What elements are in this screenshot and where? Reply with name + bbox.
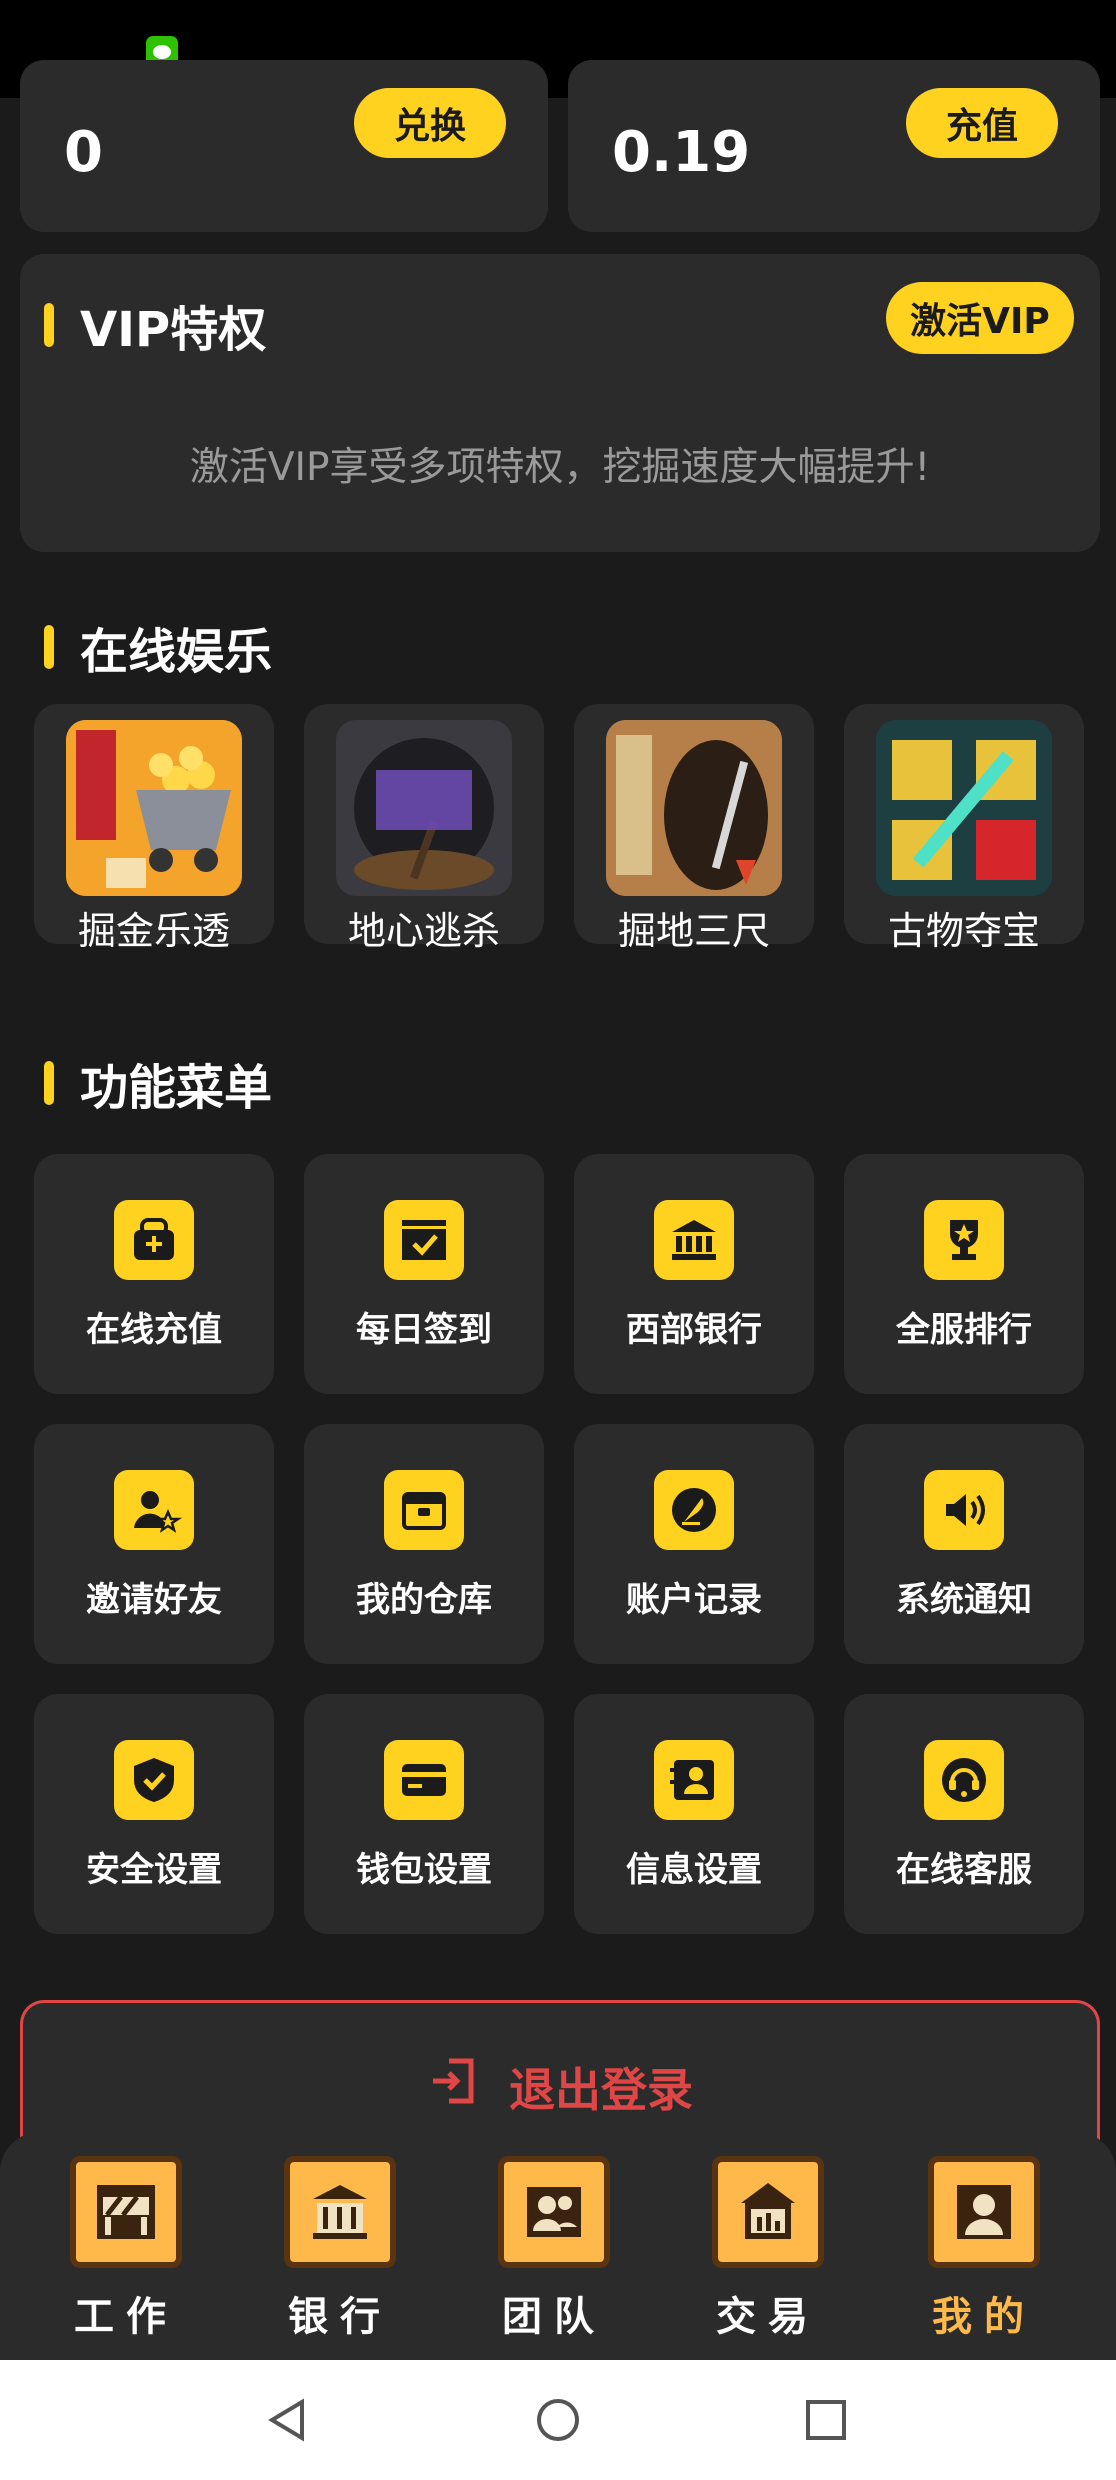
tab-profile[interactable]: 我的 [904, 2156, 1064, 2346]
menu-recharge[interactable]: 在线充值 [34, 1154, 274, 1394]
tab-trade[interactable]: 交易 [688, 2156, 848, 2346]
headset-icon [924, 1740, 1004, 1820]
money-balance: 0.19 [612, 120, 751, 185]
menu-label: 每日签到 [356, 1310, 492, 1350]
game-label: 掘金乐透 [77, 909, 230, 953]
vip-description: 激活VIP享受多项特权，挖掘速度大幅提升! [189, 445, 931, 490]
shield-check-icon [114, 1740, 194, 1820]
menu-records[interactable]: 账户记录 [574, 1424, 814, 1664]
menu-notice[interactable]: 系统通知 [844, 1424, 1084, 1664]
game-label: 掘地三尺 [617, 909, 770, 953]
shovel-cave-icon [336, 720, 512, 896]
menu-wallet[interactable]: 钱包设置 [304, 1694, 544, 1934]
system-navigation-bar [0, 2360, 1116, 2480]
profile-pixel-icon [928, 2156, 1040, 2268]
menu-label: 我的仓库 [356, 1580, 492, 1620]
bank-pixel-icon [284, 2156, 396, 2268]
game-tile-lotto[interactable]: 掘金乐透 [34, 704, 274, 953]
menu-label: 信息设置 [626, 1850, 762, 1890]
recharge-button[interactable]: 充值 [906, 88, 1058, 158]
wallet-plus-icon [114, 1200, 194, 1280]
vip-title: VIP特权 [44, 290, 266, 360]
menu-support[interactable]: 在线客服 [844, 1694, 1084, 1934]
game-tile-treasure[interactable]: 古物夺宝 [844, 704, 1084, 953]
calendar-check-icon [384, 1200, 464, 1280]
pickaxe-tunnel-icon [606, 720, 782, 896]
tab-bank[interactable]: 银行 [260, 2156, 420, 2346]
menu-security[interactable]: 安全设置 [34, 1694, 274, 1934]
card-icon [384, 1740, 464, 1820]
menu-label: 西部银行 [626, 1310, 762, 1350]
menu-label: 钱包设置 [356, 1850, 492, 1890]
bottom-tab-bar: 工作 银行 团队 交易 我的 [0, 2132, 1116, 2360]
bank-icon [654, 1200, 734, 1280]
menu-ranking[interactable]: 全服排行 [844, 1154, 1084, 1394]
menu-info[interactable]: 信息设置 [574, 1694, 814, 1934]
ancient-sword-icon [876, 720, 1052, 896]
work-barrier-icon [70, 2156, 182, 2268]
tab-label: 银行 [288, 2294, 392, 2340]
menu-checkin[interactable]: 每日签到 [304, 1154, 544, 1394]
section-accent-bar [44, 303, 54, 347]
menu-label: 邀请好友 [86, 1580, 222, 1620]
logout-icon [427, 2055, 479, 2118]
recents-icon[interactable] [802, 2396, 850, 2444]
tab-work[interactable]: 工作 [46, 2156, 206, 2346]
game-label: 地心逃杀 [347, 909, 500, 953]
menu-label: 在线充值 [86, 1310, 222, 1350]
exchange-button[interactable]: 兑换 [354, 88, 506, 158]
menu-bank[interactable]: 西部银行 [574, 1154, 814, 1394]
vip-card: VIP特权 激活VIP 激活VIP享受多项特权，挖掘速度大幅提升! [20, 254, 1100, 552]
section-accent-bar [44, 625, 54, 669]
menu-invite[interactable]: 邀请好友 [34, 1424, 274, 1664]
menu-label: 系统通知 [896, 1580, 1032, 1620]
balance-card-money: 0.19 充值 [568, 60, 1100, 232]
team-pixel-icon [498, 2156, 610, 2268]
game-tile-escape[interactable]: 地心逃杀 [304, 704, 544, 953]
trade-pixel-icon [712, 2156, 824, 2268]
menu-label: 安全设置 [86, 1850, 222, 1890]
balance-card-points: 0 兑换 [20, 60, 548, 232]
entertainment-section-title: 在线娱乐 [44, 612, 272, 682]
back-icon[interactable] [264, 2396, 312, 2444]
id-card-icon [654, 1740, 734, 1820]
game-tile-dig[interactable]: 掘地三尺 [574, 704, 814, 953]
mine-cart-gold-icon [66, 720, 242, 896]
home-icon[interactable] [534, 2396, 582, 2444]
section-accent-bar [44, 1061, 54, 1105]
menu-warehouse[interactable]: 我的仓库 [304, 1424, 544, 1664]
points-balance: 0 [64, 120, 103, 185]
tab-label: 我的 [932, 2294, 1036, 2340]
feather-pen-icon [654, 1470, 734, 1550]
tab-label: 团队 [502, 2294, 606, 2340]
menu-label: 账户记录 [626, 1580, 762, 1620]
game-label: 古物夺宝 [887, 909, 1040, 953]
tab-label: 交易 [716, 2294, 820, 2340]
tab-label: 工作 [74, 2294, 178, 2340]
activate-vip-button[interactable]: 激活VIP [886, 282, 1074, 354]
logout-label: 退出登录 [509, 2062, 693, 2117]
user-star-icon [114, 1470, 194, 1550]
storage-box-icon [384, 1470, 464, 1550]
tab-team[interactable]: 团队 [474, 2156, 634, 2346]
speaker-icon [924, 1470, 1004, 1550]
trophy-icon [924, 1200, 1004, 1280]
menu-label: 在线客服 [896, 1850, 1032, 1890]
menu-section-title: 功能菜单 [44, 1048, 272, 1118]
menu-label: 全服排行 [896, 1310, 1032, 1350]
